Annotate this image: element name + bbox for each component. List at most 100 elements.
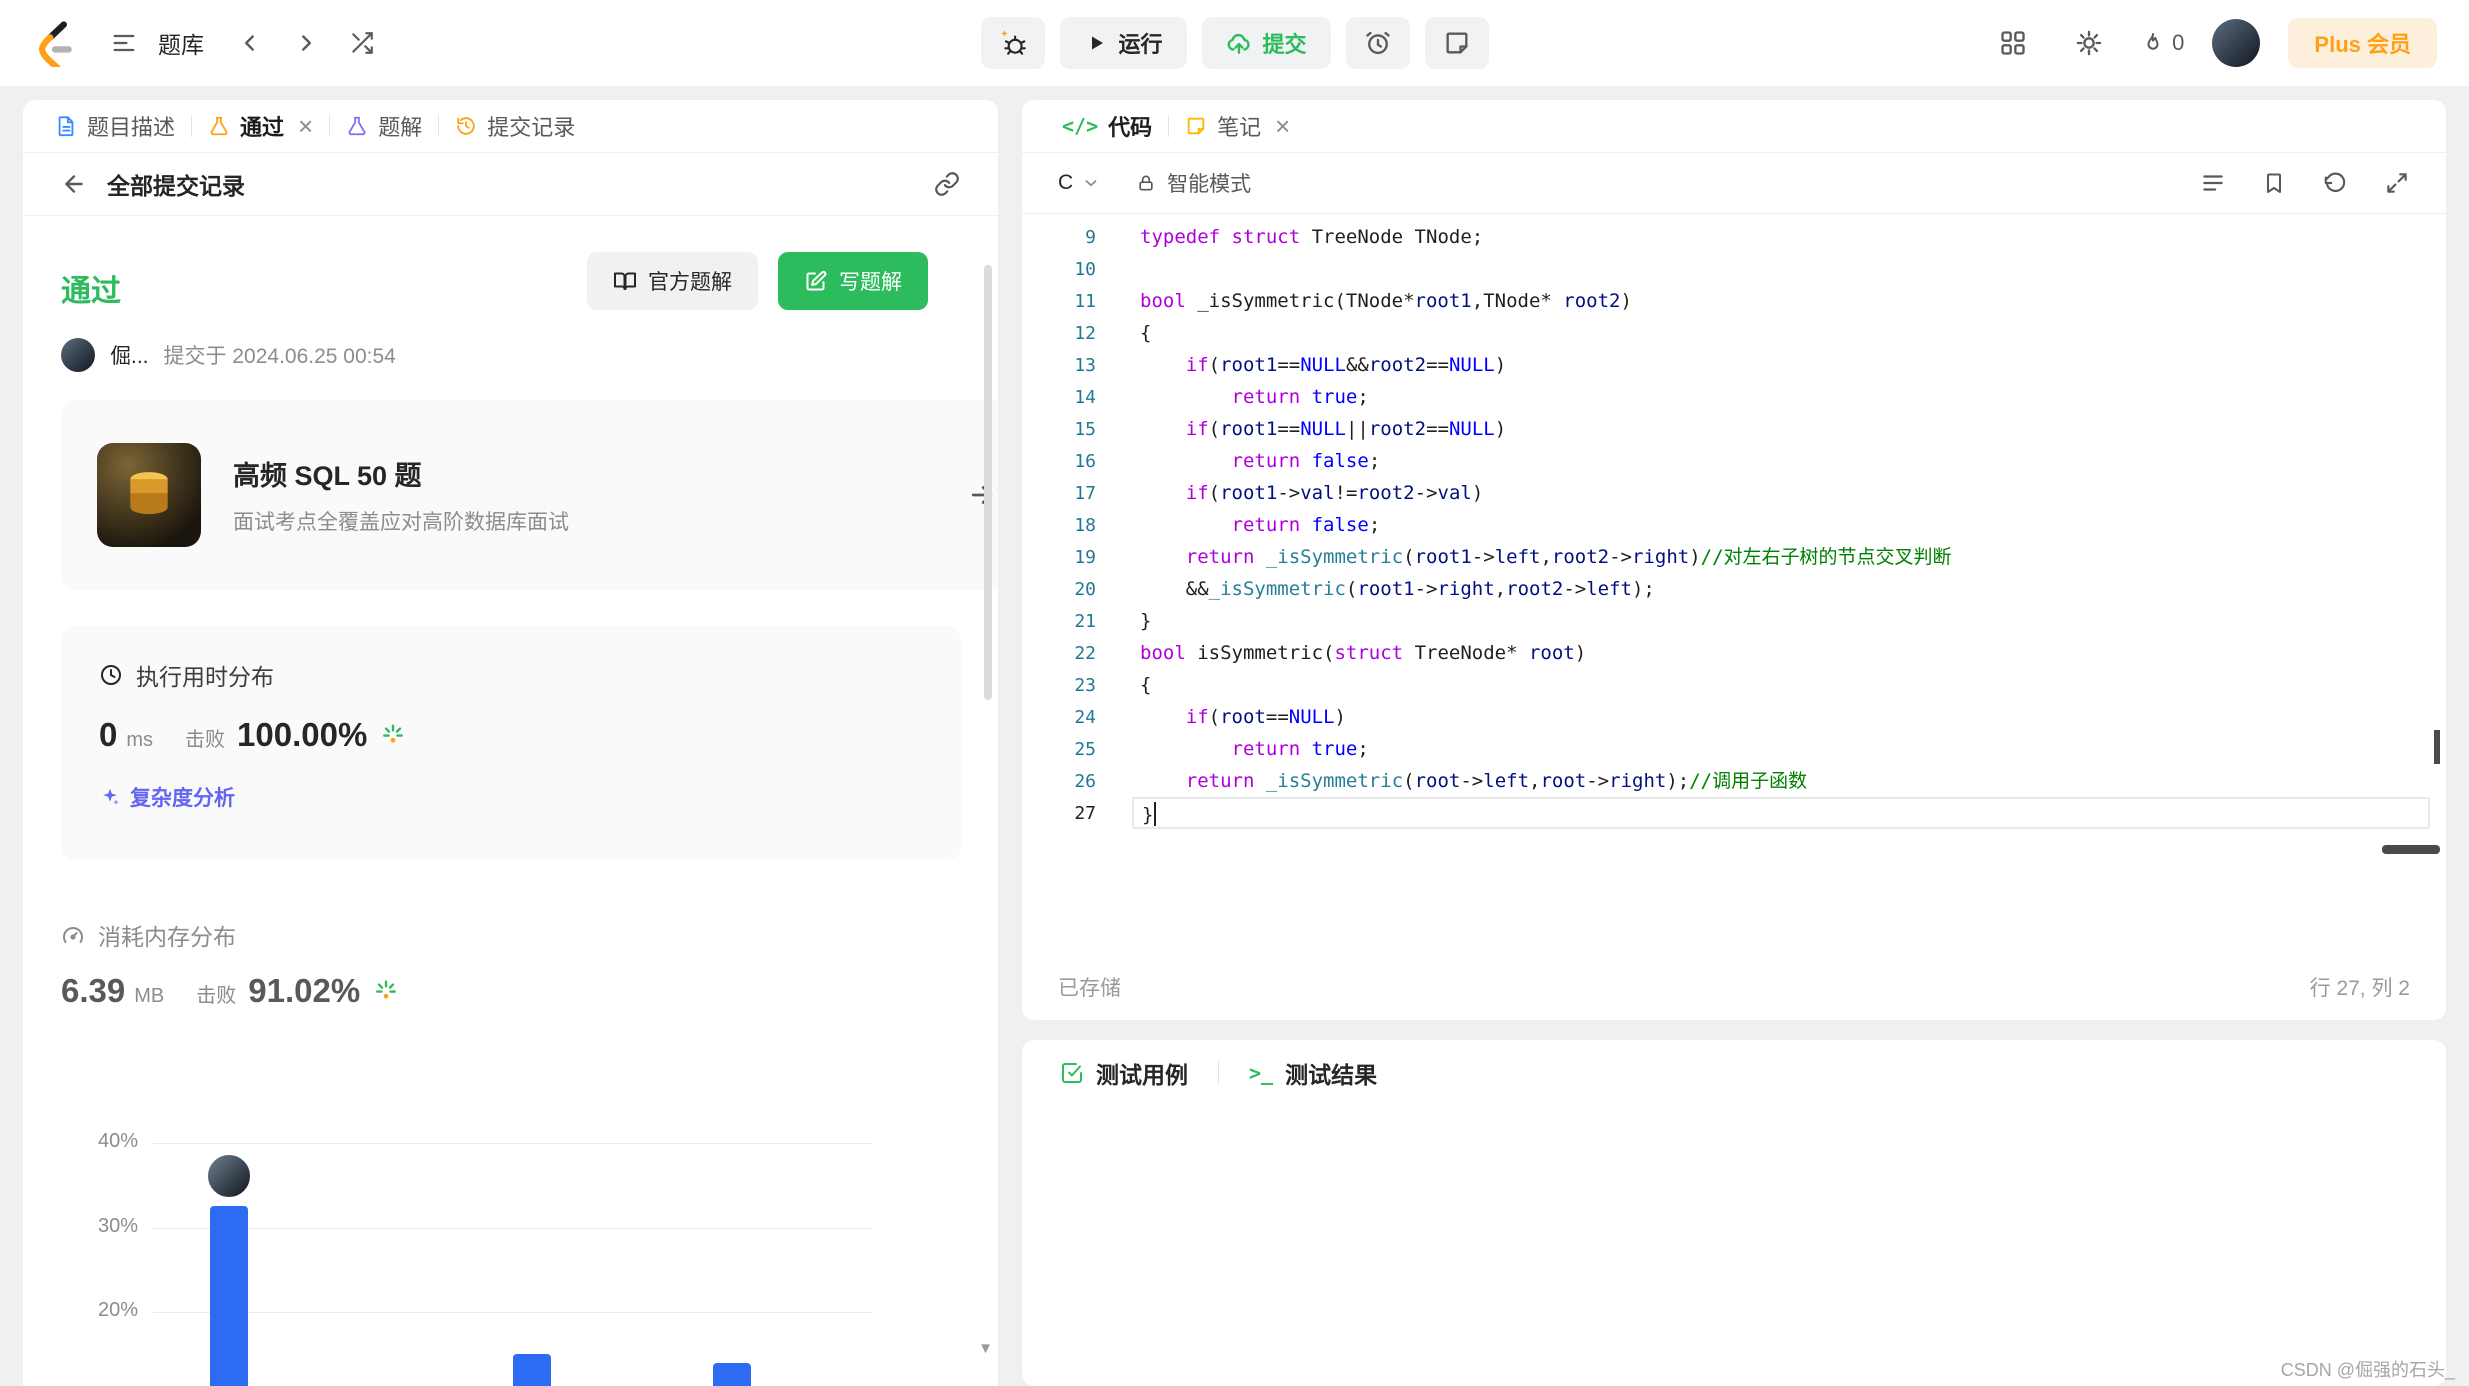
submit-button[interactable]: 提交 [1202, 17, 1331, 69]
reset-code-icon[interactable] [2322, 170, 2348, 196]
sticky-note-button[interactable] [1425, 17, 1489, 69]
clock-icon [99, 663, 123, 687]
code-line-26[interactable]: 26 return _isSymmetric(root->left,root->… [1022, 765, 2446, 797]
runtime-beats-value: 100.00% [237, 716, 367, 754]
line-number: 8 [1022, 213, 1132, 216]
run-button[interactable]: 运行 [1059, 17, 1186, 69]
history-icon [455, 115, 477, 137]
memory-bar-1[interactable] [513, 1354, 551, 1386]
memory-bar-2[interactable] [713, 1363, 751, 1386]
chart-gridline [153, 1143, 873, 1144]
code-editor[interactable]: 8 */9typedef struct TreeNode TNode; 10 11b… [1022, 213, 2446, 954]
memory-bar-0[interactable] [210, 1206, 248, 1386]
code-line-25[interactable]: 25 return true; [1022, 733, 2446, 765]
promo-title: 高频 SQL 50 题 [233, 454, 569, 493]
memory-value: 6.39 [61, 972, 125, 1010]
memory-beats-value: 91.02% [248, 972, 360, 1010]
code-line-27[interactable]: 27} [1022, 797, 2446, 829]
shuffle-icon[interactable] [338, 19, 386, 67]
line-number: 20 [1022, 579, 1132, 600]
code-line-10[interactable]: 10 [1022, 253, 2446, 285]
save-status: 已存储 [1058, 972, 1121, 1002]
code-line-21[interactable]: 21} [1022, 605, 2446, 637]
code-line-17[interactable]: 17 if(root1->val!=root2->val) [1022, 477, 2446, 509]
official-solution-button[interactable]: 官方题解 [587, 252, 758, 310]
fullscreen-icon[interactable] [2384, 170, 2410, 196]
code-line-16[interactable]: 16 return false; [1022, 445, 2446, 477]
sql50-promo-card[interactable]: 高频 SQL 50 题 面试考点全覆盖应对高阶数据库面试 [61, 400, 998, 590]
line-number: 10 [1022, 259, 1132, 280]
left-panel-scrollbar[interactable] [984, 265, 992, 700]
tab-label: 代码 [1108, 110, 1152, 142]
terminal-icon: >_ [1249, 1061, 1273, 1085]
promo-subtitle: 面试考点全覆盖应对高阶数据库面试 [233, 506, 569, 536]
editor-panel: </> 代码 笔记 × C [1022, 100, 2446, 1020]
smart-mode-toggle[interactable]: 智能模式 [1136, 168, 1251, 198]
memory-values: 6.39 MB 击败 91.02% [61, 972, 400, 1010]
tab-problem-description[interactable]: 题目描述 [39, 110, 191, 142]
official-solution-label: 官方题解 [648, 266, 732, 296]
tab-notes[interactable]: 笔记 × [1169, 110, 1306, 142]
code-line-23[interactable]: 23{ [1022, 669, 2446, 701]
code-tag-icon: </> [1062, 114, 1098, 138]
user-avatar-marker [206, 1153, 252, 1199]
timer-button[interactable] [1346, 17, 1410, 69]
close-icon[interactable]: × [1275, 113, 1290, 139]
scroll-down-icon[interactable]: ▼ [978, 1340, 993, 1357]
runtime-title: 执行用时分布 [136, 658, 274, 692]
next-problem-icon[interactable] [282, 19, 330, 67]
code-line-15[interactable]: 15 if(root1==NULL||root2==NULL) [1022, 413, 2446, 445]
runtime-card: 执行用时分布 0 ms 击败 100.00% 复杂度分析 [61, 626, 961, 860]
language-selector[interactable]: C [1050, 171, 1108, 195]
beats-label: 击败 [196, 979, 236, 1008]
problem-list-icon[interactable] [100, 19, 148, 67]
tab-test-result[interactable]: >_ 测试结果 [1249, 1056, 1377, 1090]
chart-gridline [153, 1228, 873, 1229]
arrow-right-icon[interactable] [967, 480, 997, 510]
code-line-9[interactable]: 9typedef struct TreeNode TNode; [1022, 221, 2446, 253]
code-line-18[interactable]: 18 return false; [1022, 509, 2446, 541]
editor-scrollbar-thumb[interactable] [2382, 845, 2440, 854]
pencil-icon [804, 269, 828, 293]
gear-icon[interactable] [2065, 19, 2113, 67]
code-line-24[interactable]: 24 if(root==NULL) [1022, 701, 2446, 733]
leetcode-logo[interactable] [32, 17, 78, 69]
streak-counter[interactable]: 0 [2141, 30, 2184, 56]
format-code-icon[interactable] [2200, 170, 2226, 196]
close-icon[interactable]: × [298, 113, 313, 139]
code-line-12[interactable]: 12{ [1022, 317, 2446, 349]
nav-problem-bank[interactable]: 题库 [158, 26, 204, 60]
user-avatar[interactable] [2212, 19, 2260, 67]
code-line-22[interactable]: 22bool isSymmetric(struct TreeNode* root… [1022, 637, 2446, 669]
tab-submissions[interactable]: 提交记录 [439, 110, 591, 142]
gauge-icon [61, 923, 85, 947]
plus-member-button[interactable]: Plus 会员 [2288, 18, 2437, 68]
line-number: 9 [1022, 227, 1132, 248]
line-number: 11 [1022, 291, 1132, 312]
write-solution-label: 写题解 [839, 266, 902, 296]
code-line-13[interactable]: 13 if(root1==NULL&&root2==NULL) [1022, 349, 2446, 381]
code-line-14[interactable]: 14 return true; [1022, 381, 2446, 413]
copy-link-icon[interactable] [934, 171, 960, 197]
console-panel: 测试用例 >_ 测试结果 [1022, 1040, 2446, 1386]
write-solution-button[interactable]: 写题解 [778, 252, 928, 310]
bookmark-icon[interactable] [2262, 171, 2286, 195]
tab-separator [1218, 1061, 1219, 1085]
tab-submission-detail[interactable]: 通过 × [192, 110, 329, 142]
sparkle-icon [99, 786, 121, 808]
tab-testcase[interactable]: 测试用例 [1060, 1056, 1188, 1090]
memory-distribution-chart: 40%30%20% [68, 1100, 948, 1386]
complexity-analysis-link[interactable]: 复杂度分析 [99, 782, 923, 812]
code-line-19[interactable]: 19 return _isSymmetric(root1->left,root2… [1022, 541, 2446, 573]
code-line-11[interactable]: 11bool _isSymmetric(TNode*root1,TNode* r… [1022, 285, 2446, 317]
tab-code[interactable]: </> 代码 [1046, 110, 1168, 142]
layout-grid-icon[interactable] [1989, 19, 2037, 67]
line-number: 15 [1022, 419, 1132, 440]
back-arrow-icon[interactable] [61, 171, 87, 197]
prev-problem-icon[interactable] [226, 19, 274, 67]
tab-solutions[interactable]: 题解 [330, 110, 438, 142]
code-line-8[interactable]: 8 */ [1022, 213, 2446, 221]
code-line-20[interactable]: 20 &&_isSymmetric(root1->right,root2->le… [1022, 573, 2446, 605]
y-tick-label: 30% [68, 1215, 138, 1238]
debug-button[interactable] [980, 17, 1044, 69]
